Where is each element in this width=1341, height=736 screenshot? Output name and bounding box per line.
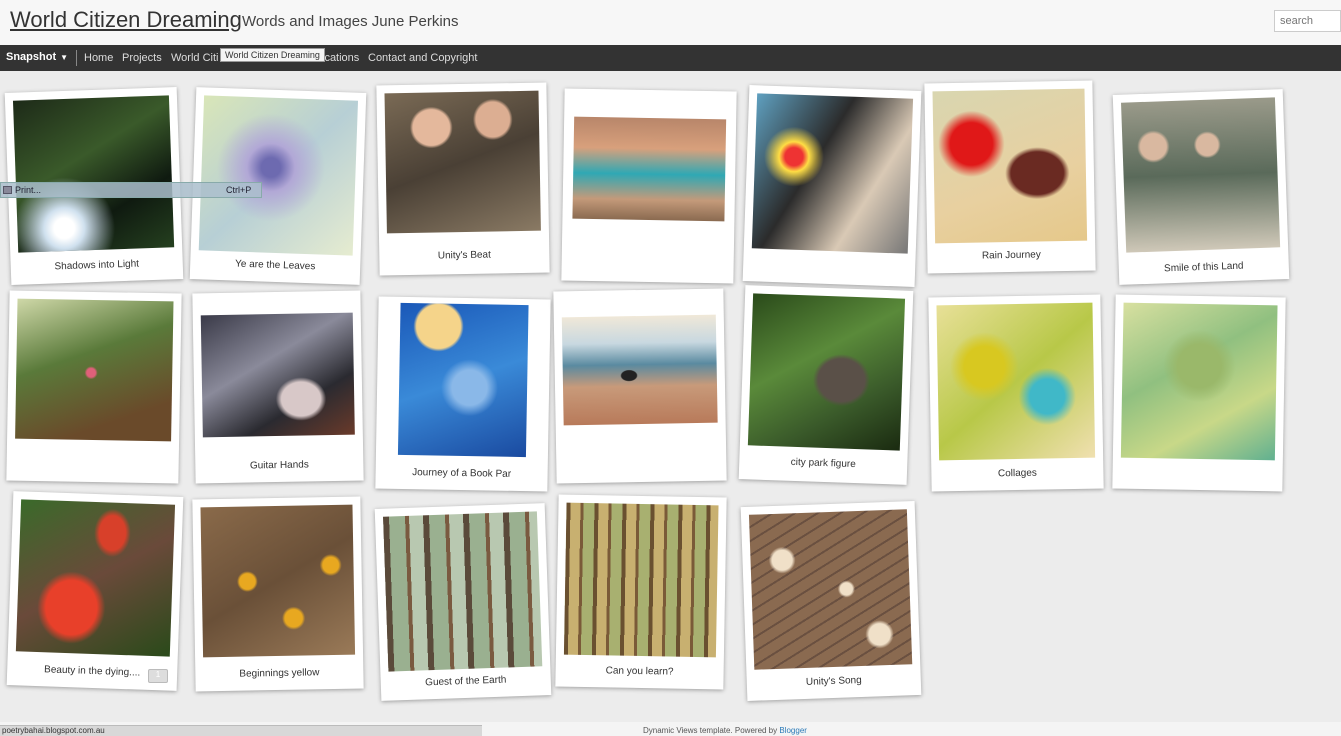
nav-link-publications[interactable]: ications [322, 52, 359, 64]
photo-caption: Rain Journey [981, 249, 1041, 262]
photo-caption: city park figure [790, 456, 856, 471]
nav-tooltip: World Citizen Dreaming [220, 48, 325, 62]
blogger-link[interactable]: Blogger [779, 726, 807, 735]
photo-caption [556, 459, 726, 462]
photo-caption [743, 257, 915, 263]
photo-card[interactable]: Guitar Hands [192, 290, 364, 484]
photo-card[interactable] [553, 288, 727, 484]
view-selector-label: Snapshot [6, 51, 57, 63]
photo-card[interactable]: Guest of the Earth [374, 503, 552, 701]
view-selector-dropdown[interactable]: Snapshot ▼ [6, 51, 68, 63]
photo-card[interactable]: Collages [928, 294, 1104, 492]
photo-card[interactable]: Rain Journey [924, 80, 1096, 274]
photo-card[interactable] [561, 88, 737, 284]
photo-image [936, 302, 1096, 461]
photo-caption: Can you learn? [605, 665, 674, 678]
caret-down-icon: ▼ [60, 53, 69, 62]
photo-image [1121, 97, 1281, 253]
blog-title-link[interactable]: World Citizen Dreaming [10, 7, 242, 33]
photo-caption: Beginnings yellow [239, 667, 320, 680]
comment-count-badge[interactable]: 1 [148, 669, 168, 683]
blog-header: World Citizen Dreaming Words and Images … [0, 0, 1341, 45]
photo-card[interactable]: Journey of a Book Par [375, 296, 551, 492]
print-shortcut: Ctrl+P [226, 185, 252, 195]
footer-template-text: Dynamic Views template. Powered by [643, 726, 780, 735]
photo-card[interactable]: Unity's Beat [376, 82, 550, 276]
photo-caption: Collages [997, 467, 1037, 480]
nav-bar: Snapshot ▼ Home Projects World Citi icati… [0, 45, 1341, 71]
photo-card[interactable]: Beginnings yellow [192, 496, 364, 692]
photo-card[interactable]: Unity's Song [740, 501, 922, 701]
photo-card[interactable]: city park figure [738, 285, 914, 485]
photo-caption: Unity's Song [805, 674, 862, 688]
nav-divider [76, 50, 77, 66]
photo-image [382, 511, 543, 672]
nav-link-projects[interactable]: Projects [122, 52, 162, 64]
photo-image [1120, 302, 1278, 461]
photo-image [563, 502, 719, 658]
photo-caption [7, 458, 179, 461]
blog-description: Words and Images June Perkins [242, 13, 459, 30]
printer-icon [3, 186, 12, 194]
photo-image [751, 93, 914, 254]
photo-card[interactable] [6, 290, 182, 484]
photo-image [198, 95, 359, 256]
photo-caption: Smile of this Land [1163, 260, 1244, 275]
photo-card[interactable] [742, 85, 922, 287]
nav-link-contact[interactable]: Contact and Copyright [368, 52, 477, 64]
photo-caption: Journey of a Book Par [412, 467, 512, 480]
photo-image [572, 116, 727, 222]
photo-image [747, 293, 906, 451]
print-menu-item[interactable]: Print... Ctrl+P [0, 182, 262, 198]
photo-caption: Unity's Beat [437, 249, 491, 262]
nav-link-home[interactable]: Home [84, 52, 113, 64]
print-label: Print... [15, 185, 42, 195]
photo-caption [562, 258, 734, 261]
photo-caption: Ye are the Leaves [234, 258, 316, 273]
photo-image [15, 499, 176, 657]
photo-card[interactable]: Beauty in the dying.... [6, 491, 184, 691]
photo-card[interactable]: Can you learn? [555, 494, 727, 690]
status-bar-url: poetrybahai.blogspot.com.au [0, 725, 482, 736]
photo-caption: Guest of the Earth [425, 674, 507, 689]
photo-image [561, 314, 718, 426]
photo-caption [1113, 467, 1283, 470]
nav-link-world-citizen[interactable]: World Citi [171, 52, 218, 64]
photo-image [384, 90, 541, 234]
photo-image [200, 312, 355, 438]
photo-image [200, 504, 356, 658]
photo-image [15, 298, 174, 442]
photo-image [397, 302, 529, 458]
photo-image [932, 88, 1088, 244]
photo-caption: Guitar Hands [249, 459, 309, 472]
photo-image [748, 509, 913, 670]
search-input[interactable] [1274, 10, 1341, 32]
photo-card[interactable]: Smile of this Land [1112, 89, 1290, 285]
photo-caption: Shadows into Light [54, 258, 140, 273]
photo-card[interactable] [1112, 294, 1286, 492]
footer-credit: Dynamic Views template. Powered by Blogg… [643, 726, 807, 735]
photo-image [12, 95, 175, 253]
